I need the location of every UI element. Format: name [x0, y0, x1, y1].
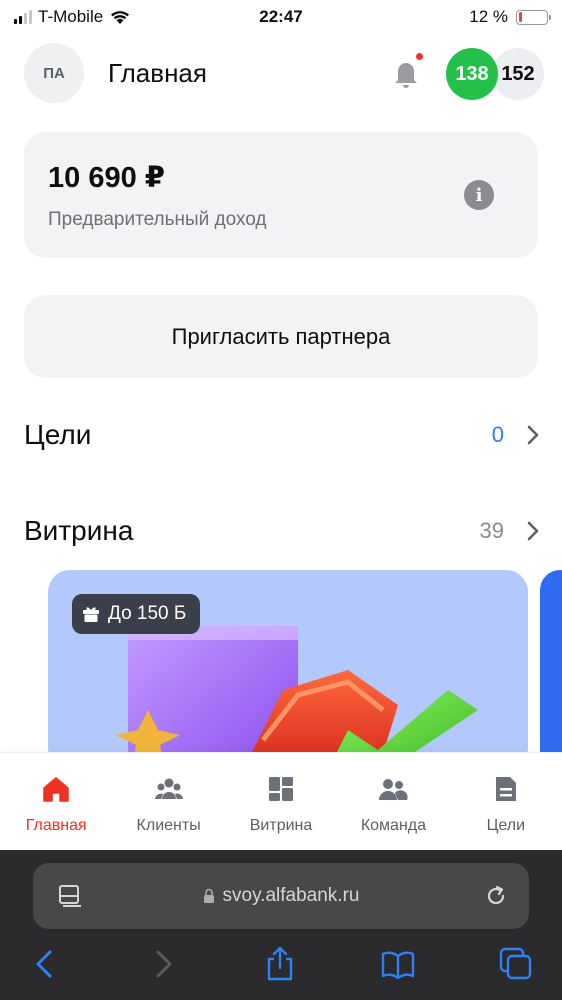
goals-count: 0 [491, 422, 504, 447]
goals-icon [495, 777, 516, 801]
bookmarks-icon[interactable] [380, 946, 416, 982]
showcase-card[interactable]: До 150 Б [48, 570, 528, 770]
clients-icon [154, 778, 183, 799]
lock-icon [203, 888, 214, 903]
score-badge-primary[interactable]: 138 [446, 48, 498, 100]
reload-icon[interactable] [483, 883, 509, 909]
goals-title: Цели [24, 419, 92, 450]
income-card[interactable]: 10 690 ₽ Предварительный доход i [24, 132, 538, 258]
team-icon [379, 779, 408, 800]
showcase-grid-icon [269, 777, 294, 801]
battery-percent: 12 % [469, 7, 508, 26]
income-amount: 10 690 ₽ [48, 162, 165, 194]
promo-badge-label: До 150 Б [108, 603, 187, 624]
tabs-icon[interactable] [498, 946, 534, 982]
share-icon[interactable] [262, 946, 298, 982]
nav-item-showcase[interactable]: Витрина [225, 753, 337, 850]
invite-partner-button[interactable]: Пригласить партнера [24, 295, 538, 378]
battery-level [518, 12, 522, 22]
battery-icon [516, 9, 551, 25]
cellular-signal-icon [14, 10, 32, 24]
nav-label-showcase: Витрина [249, 817, 313, 834]
url-text: svoy.alfabank.ru [222, 885, 360, 906]
bottom-nav: Главная Клиенты Витрина Команда Цели [0, 752, 562, 850]
goals-row[interactable]: Цели 0 [24, 415, 544, 455]
nav-item-team[interactable]: Команда [337, 753, 449, 850]
nav-item-goals[interactable]: Цели [450, 753, 562, 850]
home-icon [43, 777, 69, 802]
app-header: ПА Главная 138 152 [24, 43, 544, 103]
address-bar[interactable]: svoy.alfabank.ru [33, 863, 529, 929]
status-bar: T-Mobile 22:47 12 % [0, 0, 562, 34]
showcase-row[interactable]: Витрина 39 [24, 511, 544, 551]
info-icon[interactable]: i [464, 180, 494, 210]
forward-icon[interactable] [146, 946, 182, 982]
showcase-count: 39 [479, 518, 504, 543]
browser-tools [0, 946, 562, 990]
notification-dot [414, 51, 425, 62]
gift-icon [83, 607, 99, 622]
chevron-right-icon [527, 521, 539, 541]
nav-label-home: Главная [25, 817, 87, 834]
status-time: 22:47 [259, 7, 303, 26]
showcase-card-next[interactable] [540, 570, 562, 770]
score-badge-secondary[interactable]: 152 [492, 48, 544, 100]
nav-label-goals: Цели [486, 817, 526, 834]
chevron-right-icon [527, 425, 539, 445]
promo-badge: До 150 Б [72, 594, 201, 634]
showcase-title: Витрина [24, 515, 134, 546]
browser-toolbar: svoy.alfabank.ru [0, 850, 562, 1000]
income-label: Предварительный доход [48, 209, 267, 230]
back-icon[interactable] [26, 946, 62, 982]
reader-mode-icon[interactable] [57, 883, 83, 909]
nav-label-clients: Клиенты [136, 817, 201, 834]
nav-item-clients[interactable]: Клиенты [112, 753, 224, 850]
carrier-name: T-Mobile [38, 7, 104, 26]
avatar[interactable]: ПА [24, 43, 84, 103]
nav-label-team: Команда [360, 817, 427, 834]
wifi-icon [111, 11, 130, 24]
nav-item-home[interactable]: Главная [0, 753, 112, 850]
page-title: Главная [108, 57, 207, 88]
